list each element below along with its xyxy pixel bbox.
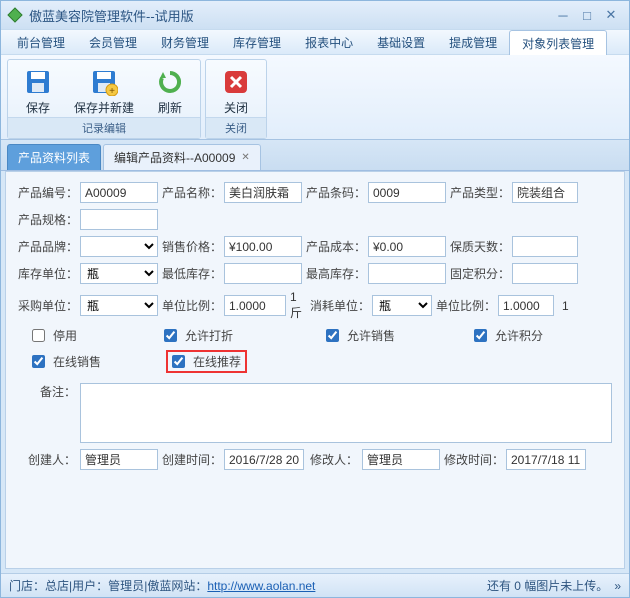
menu-finance[interactable]: 财务管理: [149, 30, 221, 54]
menu-frontdesk[interactable]: 前台管理: [5, 30, 77, 54]
menu-object-list[interactable]: 对象列表管理: [509, 30, 607, 55]
label-max-stock: 最高库存：: [306, 265, 364, 282]
svg-text:+: +: [109, 86, 115, 96]
label-remark: 备注：: [18, 383, 76, 400]
menu-member[interactable]: 会员管理: [77, 30, 149, 54]
label-unit-ratio-2: 单位比例：: [436, 297, 494, 314]
status-user-label: 用户：: [72, 577, 108, 594]
label-purchase-unit: 采购单位：: [18, 297, 76, 314]
stock-unit-select[interactable]: 瓶: [80, 263, 158, 284]
modifier-field: [362, 449, 440, 470]
label-min-stock: 最低库存：: [162, 265, 220, 282]
floppy-new-icon: +: [88, 66, 120, 98]
status-upload-count: 还有 0 幅图片未上传。: [487, 577, 608, 594]
title-bar: 傲蓝美容院管理软件--试用版 ─ □ ✕: [1, 1, 629, 29]
online-recommend-highlight: 在线推荐: [166, 350, 247, 373]
cost-field[interactable]: [368, 236, 446, 257]
menu-stock[interactable]: 库存管理: [221, 30, 293, 54]
brand-select[interactable]: [80, 236, 158, 257]
label-shelf: 保质天数：: [450, 238, 508, 255]
label-modify-time: 修改时间：: [444, 451, 502, 468]
menu-report[interactable]: 报表中心: [293, 30, 365, 54]
main-menu: 前台管理 会员管理 财务管理 库存管理 报表中心 基础设置 提成管理 对象列表管…: [1, 29, 629, 55]
save-new-button[interactable]: + 保存并新建: [70, 64, 138, 117]
label-consume-unit: 消耗单位：: [310, 297, 368, 314]
create-time-field: [224, 449, 304, 470]
disabled-checkbox[interactable]: 停用: [32, 327, 77, 344]
label-name: 产品名称：: [162, 184, 220, 201]
tab-close-icon[interactable]: ✕: [241, 152, 249, 163]
label-barcode: 产品条码：: [306, 184, 364, 201]
chevron-right-icon[interactable]: »: [614, 579, 621, 593]
spec-field[interactable]: [80, 209, 158, 230]
product-form: 产品编号： 产品名称： 产品条码： 产品类型： 产品规格： 产品品牌： 销售价格…: [5, 171, 625, 569]
minimize-button[interactable]: ─: [551, 6, 575, 24]
ribbon-group-close: 关闭 关闭: [205, 59, 267, 139]
label-code: 产品编号：: [18, 184, 76, 201]
unit-suffix: 1: [562, 299, 569, 313]
unit-ratio-2-field[interactable]: [498, 295, 554, 316]
status-store-label: 门店：: [9, 577, 45, 594]
allow-discount-checkbox[interactable]: 允许打折: [164, 327, 233, 344]
refresh-icon: [154, 66, 186, 98]
document-tabs: 产品资料列表 编辑产品资料--A00009 ✕: [1, 140, 629, 171]
label-cost: 产品成本：: [306, 238, 364, 255]
label-stock-unit: 库存单位：: [18, 265, 76, 282]
window-title: 傲蓝美容院管理软件--试用版: [29, 6, 551, 25]
remark-textarea[interactable]: [80, 383, 612, 443]
purchase-unit-select[interactable]: 瓶: [80, 295, 158, 316]
menu-settings[interactable]: 基础设置: [365, 30, 437, 54]
status-site-link[interactable]: http://www.aolan.net: [207, 579, 315, 593]
tab-product-list[interactable]: 产品资料列表: [7, 144, 101, 170]
ribbon-group-label: 记录编辑: [8, 117, 200, 138]
fixed-points-field[interactable]: [512, 263, 578, 284]
label-create-time: 创建时间：: [162, 451, 220, 468]
close-button[interactable]: 关闭: [212, 64, 260, 117]
shelf-field[interactable]: [512, 236, 578, 257]
creator-field: [80, 449, 158, 470]
tab-edit-product[interactable]: 编辑产品资料--A00009 ✕: [103, 144, 261, 170]
modify-time-field: [506, 449, 586, 470]
label-unit-ratio-1: 单位比例：: [162, 297, 220, 314]
status-site-label: 傲蓝网站：: [147, 577, 207, 594]
max-stock-field[interactable]: [368, 263, 446, 284]
allow-sale-checkbox[interactable]: 允许销售: [326, 327, 395, 344]
online-recommend-checkbox[interactable]: 在线推荐: [172, 353, 241, 370]
consume-unit-select[interactable]: 瓶: [372, 295, 432, 316]
label-price: 销售价格：: [162, 238, 220, 255]
floppy-icon: [22, 66, 54, 98]
type-field[interactable]: [512, 182, 578, 203]
name-field[interactable]: [224, 182, 302, 203]
min-stock-field[interactable]: [224, 263, 302, 284]
save-button[interactable]: 保存: [14, 64, 62, 117]
label-consume-prefix: 1斤: [290, 290, 306, 321]
barcode-field[interactable]: [368, 182, 446, 203]
code-field[interactable]: [80, 182, 158, 203]
label-type: 产品类型：: [450, 184, 508, 201]
status-store: 总店: [45, 577, 69, 594]
ribbon: 保存 + 保存并新建 刷新 记录编辑 关闭 关闭: [1, 55, 629, 140]
online-sale-checkbox[interactable]: 在线销售: [32, 353, 101, 370]
unit-ratio-1-field[interactable]: [224, 295, 286, 316]
price-field[interactable]: [224, 236, 302, 257]
close-icon: [220, 66, 252, 98]
maximize-button[interactable]: □: [575, 6, 599, 24]
close-window-button[interactable]: ✕: [599, 6, 623, 24]
ribbon-group-label: 关闭: [206, 117, 266, 138]
ribbon-group-record-edit: 保存 + 保存并新建 刷新 记录编辑: [7, 59, 201, 139]
menu-commission[interactable]: 提成管理: [437, 30, 509, 54]
app-logo-icon: [7, 7, 23, 23]
refresh-button[interactable]: 刷新: [146, 64, 194, 117]
label-spec: 产品规格：: [18, 211, 76, 228]
status-user: 管理员: [108, 577, 144, 594]
label-creator: 创建人：: [18, 451, 76, 468]
label-modifier: 修改人：: [308, 451, 358, 468]
label-fixed-points: 固定积分：: [450, 265, 508, 282]
label-brand: 产品品牌：: [18, 238, 76, 255]
allow-points-checkbox[interactable]: 允许积分: [474, 327, 543, 344]
status-bar: 门店： 总店 | 用户： 管理员 | 傲蓝网站： http://www.aola…: [1, 573, 629, 597]
